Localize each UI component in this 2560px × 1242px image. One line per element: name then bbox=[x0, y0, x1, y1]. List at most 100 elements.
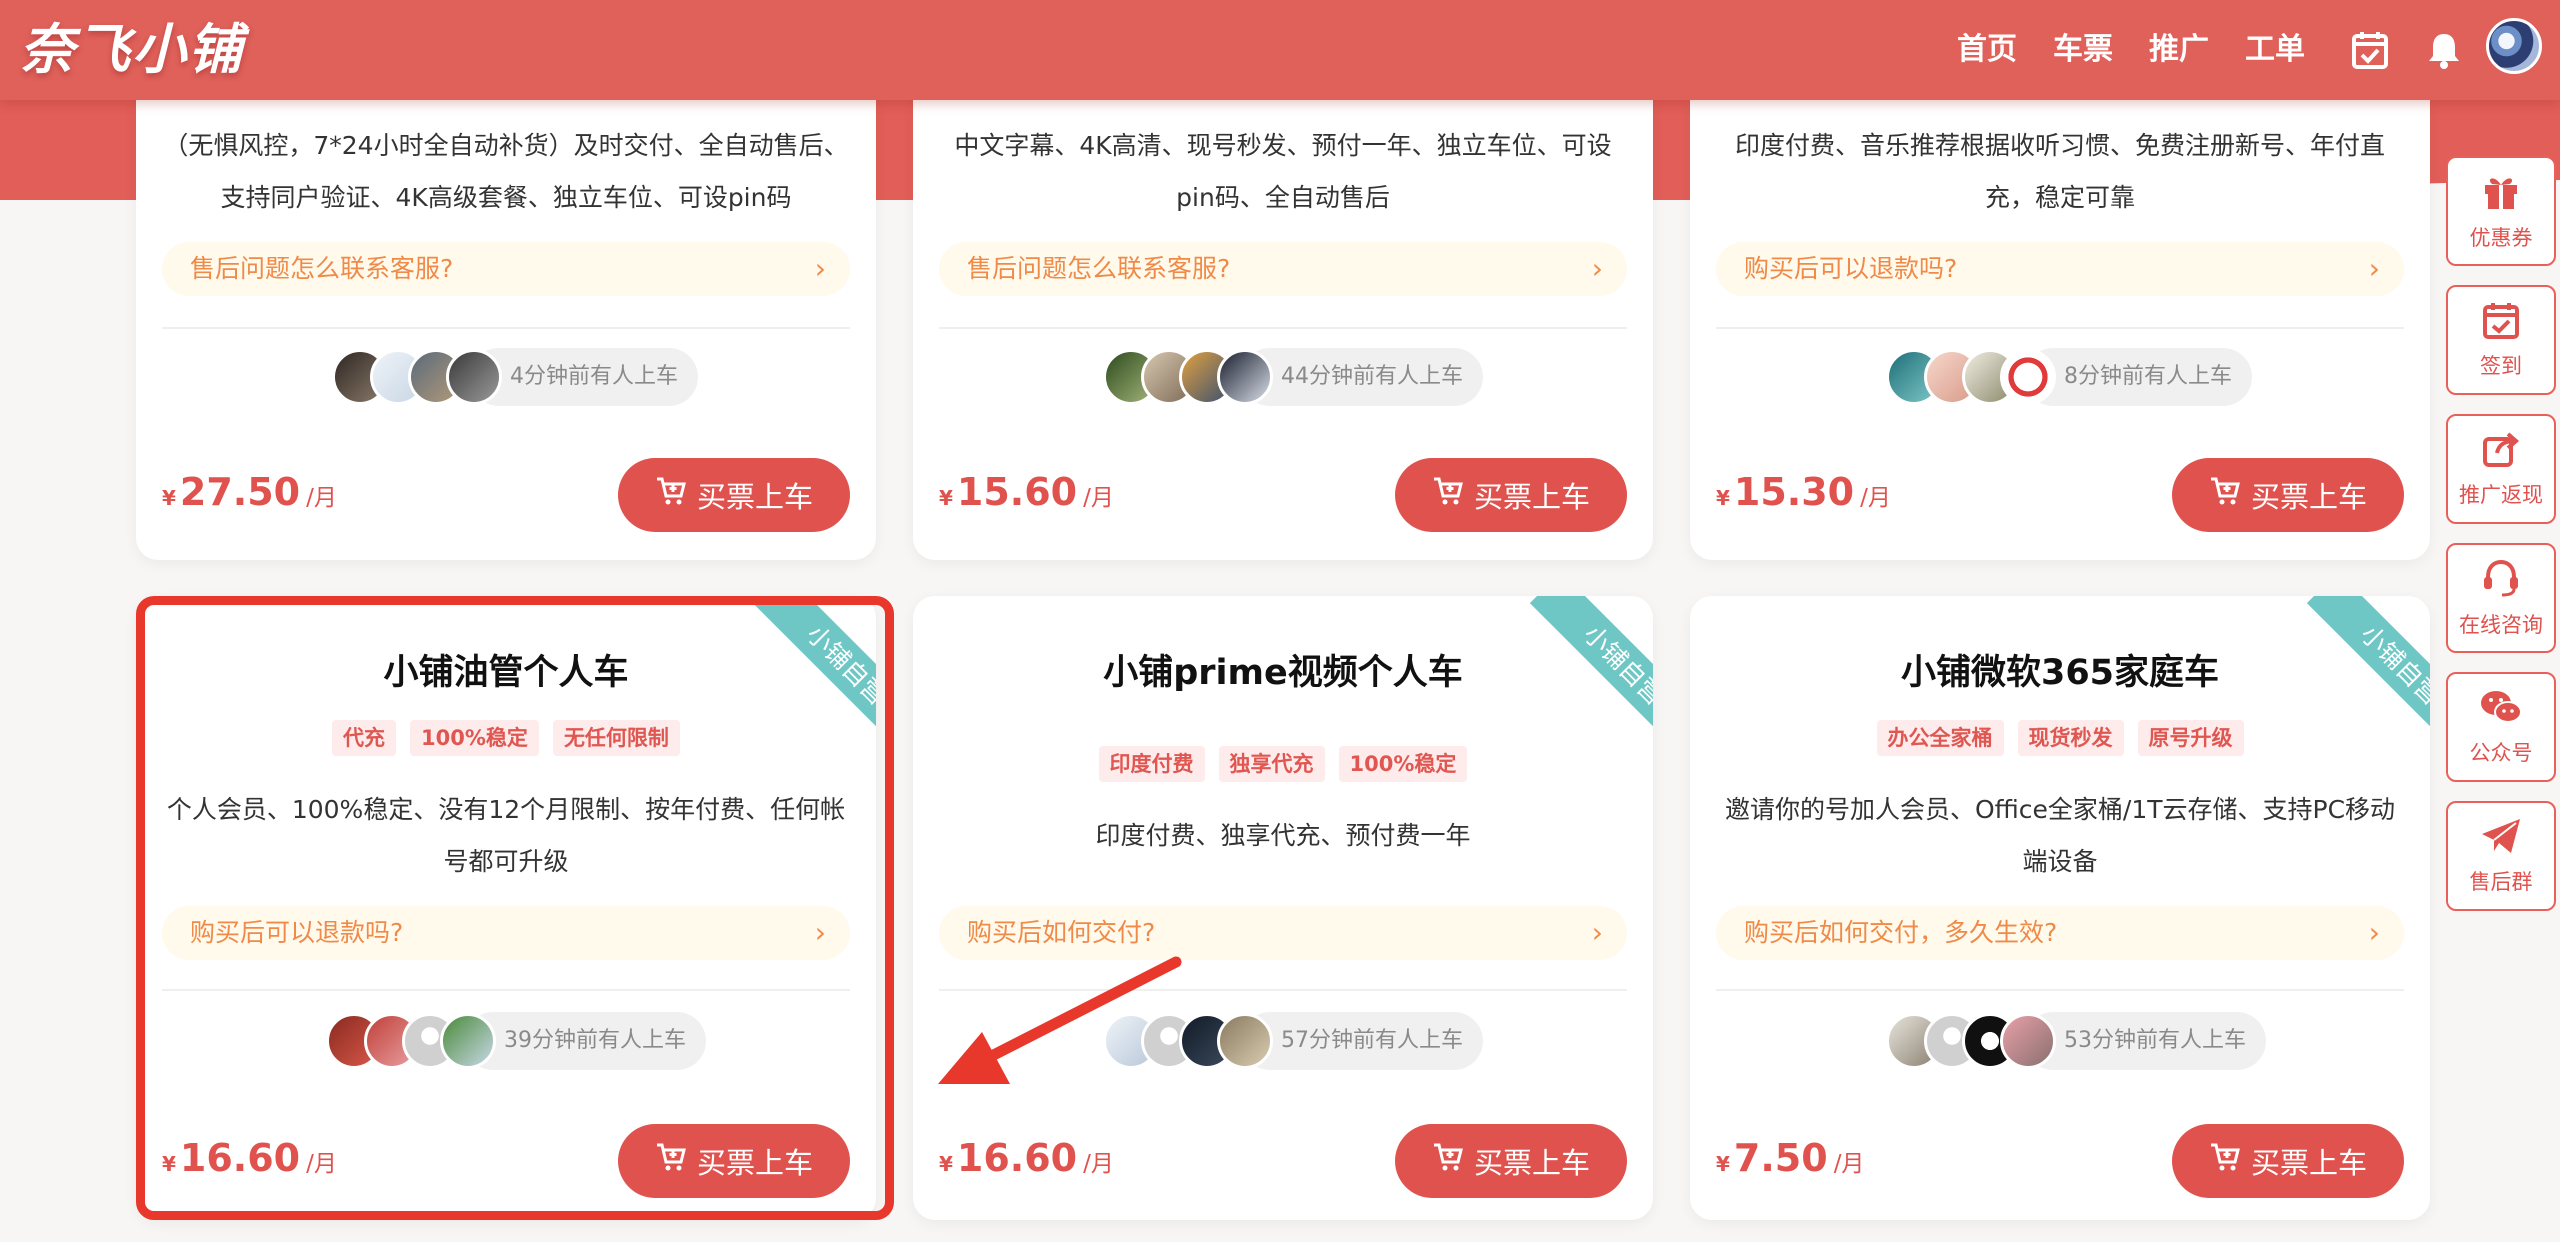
tag: 独享代充 bbox=[1218, 746, 1325, 782]
user-avatar[interactable] bbox=[2486, 18, 2542, 74]
faq-link[interactable]: 售后问题怎么联系客服? › bbox=[939, 242, 1627, 296]
card-description: 中文字幕、4K高清、现号秒发、预付一年、独立车位、可设pin码、全自动售后 bbox=[954, 131, 1612, 212]
buyer-avatar bbox=[2000, 349, 2056, 405]
recent-buyers: 53分钟前有人上车 bbox=[1690, 1009, 2430, 1073]
buyer-avatar bbox=[1217, 1013, 1273, 1069]
buyer-avatar bbox=[446, 349, 502, 405]
share-icon bbox=[2481, 429, 2521, 473]
card-description: 邀请你的号加人会员、Office全家桶/1T云存储、支持PC移动端设备 bbox=[1724, 795, 2396, 876]
sidebar-aftersale-group[interactable]: 售后群 bbox=[2446, 801, 2556, 911]
tag: 现货秒发 bbox=[2017, 720, 2124, 756]
buyer-avatar bbox=[2000, 1013, 2056, 1069]
cart-icon bbox=[2209, 476, 2241, 514]
tag: 无任何限制 bbox=[552, 720, 680, 756]
recent-buyers: 8分钟前有人上车 bbox=[1690, 345, 2430, 409]
buy-button[interactable]: 买票上车 bbox=[1395, 458, 1627, 532]
tag-list: 印度付费 独享代充 100%稳定 bbox=[913, 746, 1653, 782]
product-card-1: （无惧风控，7*24小时全自动补货）及时交付、全自动售后、支持同户验证、4K高级… bbox=[136, 40, 876, 560]
faq-link[interactable]: 购买后可以退款吗? › bbox=[162, 906, 850, 960]
buy-button[interactable]: 买票上车 bbox=[618, 1124, 850, 1198]
sidebar-coupon[interactable]: 优惠券 bbox=[2446, 156, 2556, 266]
nav-promotion[interactable]: 推广 bbox=[2149, 22, 2209, 78]
divider bbox=[162, 327, 850, 329]
paper-plane-icon bbox=[2480, 816, 2522, 860]
pointer-arrow bbox=[938, 956, 1182, 1084]
cart-icon bbox=[655, 1142, 687, 1180]
card-description: 印度付费、音乐推荐根据收听习惯、免费注册新号、年付直充，稳定可靠 bbox=[1734, 131, 2385, 212]
wechat-icon bbox=[2479, 687, 2523, 731]
price-amount: 27.50 bbox=[179, 470, 301, 514]
faq-link[interactable]: 购买后如何交付，多久生效? › bbox=[1716, 906, 2404, 960]
sidebar-official-account[interactable]: 公众号 bbox=[2446, 672, 2556, 782]
cart-icon bbox=[2209, 1142, 2241, 1180]
tag-list: 代充 100%稳定 无任何限制 bbox=[136, 720, 876, 756]
divider bbox=[939, 327, 1627, 329]
chevron-right-icon: › bbox=[1591, 916, 1603, 949]
cart-icon bbox=[1432, 476, 1464, 514]
product-card-3: 印度付费、音乐推荐根据收听习惯、免费注册新号、年付直充，稳定可靠 购买后可以退款… bbox=[1690, 40, 2430, 560]
calendar-check-icon bbox=[2481, 300, 2521, 344]
card-title: 小铺prime视频个人车 bbox=[1103, 653, 1463, 693]
price: ¥27.50/月 bbox=[162, 470, 337, 514]
chevron-right-icon: › bbox=[1591, 252, 1603, 285]
card-description: 印度付费、独享代充、预付费一年 bbox=[1095, 821, 1471, 850]
product-card-4: 小铺自营 小铺油管个人车 代充 100%稳定 无任何限制 个人会员、100%稳定… bbox=[136, 596, 876, 1220]
divider bbox=[162, 989, 850, 991]
nav-tickets-support[interactable]: 工单 bbox=[2245, 22, 2305, 78]
recent-buyers: 39分钟前有人上车 bbox=[136, 1009, 876, 1073]
buyer-avatar bbox=[1217, 349, 1273, 405]
buy-button[interactable]: 买票上车 bbox=[1395, 1124, 1627, 1198]
recent-buyers: 44分钟前有人上车 bbox=[913, 345, 1653, 409]
buyer-avatar bbox=[440, 1013, 496, 1069]
tag: 原号升级 bbox=[2137, 720, 2244, 756]
chevron-right-icon: › bbox=[814, 916, 826, 949]
sidebar-checkin[interactable]: 签到 bbox=[2446, 285, 2556, 395]
faq-text: 购买后可以退款吗? bbox=[1744, 254, 1958, 283]
chevron-right-icon: › bbox=[814, 252, 826, 285]
buy-button[interactable]: 买票上车 bbox=[2172, 458, 2404, 532]
faq-text: 售后问题怎么联系客服? bbox=[967, 254, 1231, 283]
faq-text: 购买后如何交付，多久生效? bbox=[1744, 918, 2058, 947]
tag-list: 办公全家桶 现货秒发 原号升级 bbox=[1690, 720, 2430, 756]
price-amount: 16.60 bbox=[179, 1136, 301, 1180]
recent-purchase-text: 4分钟前有人上车 bbox=[470, 348, 698, 406]
sidebar-referral[interactable]: 推广返现 bbox=[2446, 414, 2556, 524]
faq-link[interactable]: 售后问题怎么联系客服? › bbox=[162, 242, 850, 296]
nav-tickets[interactable]: 车票 bbox=[2053, 22, 2113, 78]
product-card-2: 中文字幕、4K高清、现号秒发、预付一年、独立车位、可设pin码、全自动售后 售后… bbox=[913, 40, 1653, 560]
faq-text: 购买后如何交付? bbox=[967, 918, 1156, 947]
tag: 100%稳定 bbox=[410, 720, 539, 756]
recent-buyers: 4分钟前有人上车 bbox=[136, 345, 876, 409]
price-amount: 7.50 bbox=[1733, 1136, 1828, 1180]
recent-purchase-text: 57分钟前有人上车 bbox=[1241, 1012, 1483, 1070]
recent-purchase-text: 53分钟前有人上车 bbox=[2024, 1012, 2266, 1070]
faq-link[interactable]: 购买后可以退款吗? › bbox=[1716, 242, 2404, 296]
chevron-right-icon: › bbox=[2368, 252, 2380, 285]
price: ¥16.60/月 bbox=[939, 1136, 1114, 1180]
tag: 办公全家桶 bbox=[1876, 720, 2004, 756]
card-title: 小铺微软365家庭车 bbox=[1900, 653, 2220, 693]
recent-purchase-text: 44分钟前有人上车 bbox=[1241, 348, 1483, 406]
gift-icon bbox=[2480, 170, 2522, 216]
tag: 印度付费 bbox=[1098, 746, 1205, 782]
price-amount: 16.60 bbox=[956, 1136, 1078, 1180]
sidebar-online-consult[interactable]: 在线咨询 bbox=[2446, 543, 2556, 653]
faq-text: 购买后可以退款吗? bbox=[190, 918, 404, 947]
price: ¥15.60/月 bbox=[939, 470, 1114, 514]
headset-icon bbox=[2480, 557, 2522, 603]
buy-button[interactable]: 买票上车 bbox=[618, 458, 850, 532]
bell-icon[interactable] bbox=[2416, 22, 2472, 78]
calendar-check-icon[interactable] bbox=[2342, 22, 2398, 78]
divider bbox=[1716, 989, 2404, 991]
chevron-right-icon: › bbox=[2368, 916, 2380, 949]
buy-button[interactable]: 买票上车 bbox=[2172, 1124, 2404, 1198]
faq-text: 售后问题怎么联系客服? bbox=[190, 254, 454, 283]
recent-purchase-text: 39分钟前有人上车 bbox=[464, 1012, 706, 1070]
price: ¥7.50/月 bbox=[1716, 1136, 1865, 1180]
site-logo[interactable]: 奈飞小铺 bbox=[20, 10, 244, 90]
divider bbox=[1716, 327, 2404, 329]
cart-icon bbox=[1432, 1142, 1464, 1180]
nav-home[interactable]: 首页 bbox=[1957, 22, 2017, 78]
card-description: （无惧风控，7*24小时全自动补货）及时交付、全自动售后、支持同户验证、4K高级… bbox=[163, 131, 849, 212]
top-header: 奈飞小铺 首页 车票 推广 工单 bbox=[0, 0, 2560, 100]
